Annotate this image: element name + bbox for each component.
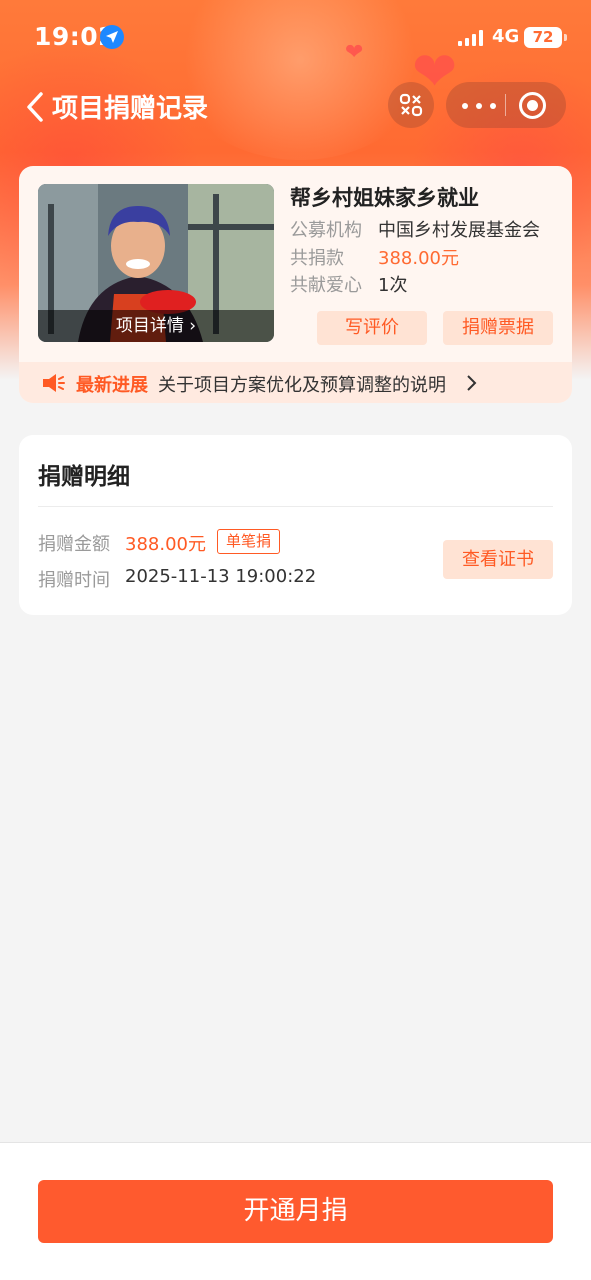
info-row-total-donation: 共捐款 388.00元 — [290, 244, 459, 270]
more-icon[interactable] — [460, 95, 498, 115]
info-value: 388.00元 — [378, 248, 459, 269]
scan-icon — [399, 93, 423, 117]
info-row-love-count: 共献爱心 1次 — [290, 271, 407, 297]
location-arrow-icon — [100, 25, 124, 49]
time-label: 捐赠时间 — [38, 570, 110, 591]
bottom-bar: 开通月捐 — [0, 1142, 591, 1280]
project-detail-link[interactable]: 项目详情 › — [38, 310, 274, 342]
amount-value: 388.00元 — [125, 534, 206, 555]
info-key: 共献爱心 — [290, 275, 362, 296]
status-bar: 19:02 4G 72 — [0, 0, 591, 76]
speaker-icon — [43, 374, 65, 392]
donation-type-badge: 单笔捐 — [217, 529, 281, 554]
monthly-donation-button[interactable]: 开通月捐 — [38, 1180, 553, 1243]
donation-receipt-button[interactable]: 捐赠票据 — [443, 311, 553, 345]
info-key: 共捐款 — [290, 248, 344, 269]
time-value: 2025-11-13 19:00:22 — [125, 566, 317, 587]
back-chevron-icon[interactable] — [22, 90, 48, 124]
write-review-button[interactable]: 写评价 — [317, 311, 427, 345]
project-title: 帮乡村姐妹家乡就业 — [290, 186, 479, 210]
close-miniapp-icon[interactable] — [519, 92, 546, 119]
info-row-organization: 公募机构 中国乡村发展基金会 — [290, 216, 540, 242]
project-card: 项目详情 › 帮乡村姐妹家乡就业 公募机构 中国乡村发展基金会 共捐款 388.00… — [19, 166, 572, 403]
miniapp-capsule — [446, 82, 566, 128]
network-label: 4G — [492, 26, 520, 47]
project-image[interactable]: 项目详情 › — [38, 184, 274, 342]
amount-label: 捐赠金额 — [38, 534, 110, 555]
project-detail-label: 项目详情 — [115, 316, 184, 336]
view-certificate-button[interactable]: 查看证书 — [443, 540, 553, 579]
latest-progress-bar[interactable]: 最新进展 关于项目方案优化及预算调整的说明 — [19, 362, 572, 403]
chevron-right-icon — [467, 375, 477, 391]
info-value: 中国乡村发展基金会 — [378, 220, 540, 241]
divider — [38, 506, 553, 507]
nav-bar: 项目捐赠记录 — [0, 76, 591, 136]
news-tag: 最新进展 — [76, 375, 148, 396]
section-title: 捐赠明细 — [38, 464, 130, 490]
page-title: 项目捐赠记录 — [52, 94, 209, 124]
scan-button[interactable] — [388, 82, 434, 128]
signal-icon — [458, 30, 484, 46]
donation-detail-card: 捐赠明细 捐赠金额 388.00元 单笔捐 捐赠时间 2025-11-13 19… — [19, 435, 572, 615]
capsule-divider — [505, 94, 506, 116]
info-value: 1次 — [378, 275, 408, 296]
info-key: 公募机构 — [290, 220, 362, 241]
news-text: 关于项目方案优化及预算调整的说明 — [158, 375, 446, 396]
battery-icon: 72 — [524, 27, 567, 48]
